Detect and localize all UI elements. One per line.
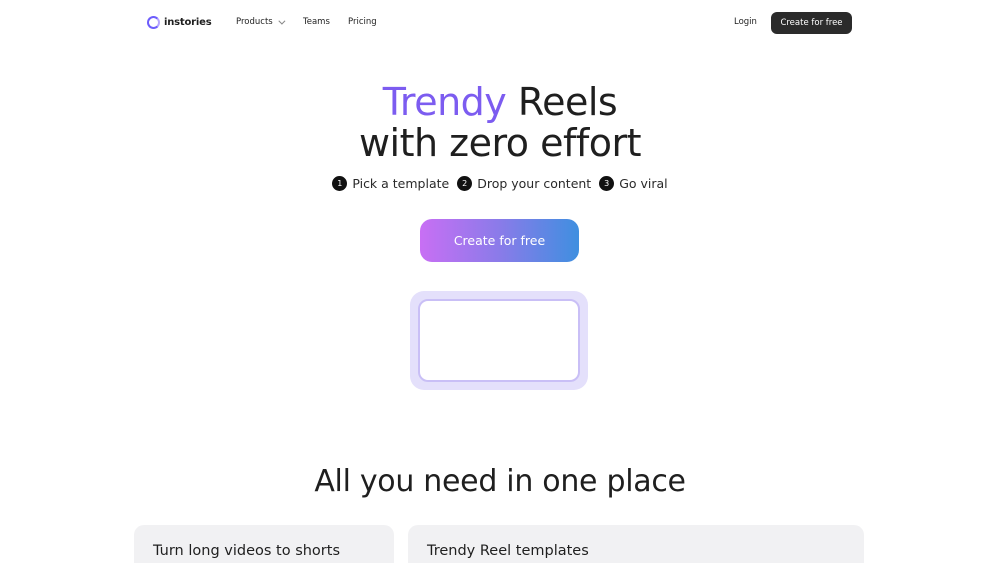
step-2: 2 Drop your content (457, 176, 591, 191)
feature-card-title: Turn long videos to shorts (153, 543, 341, 559)
nav-pricing[interactable]: Pricing (348, 17, 377, 27)
video-preview[interactable] (418, 299, 580, 382)
hero-create-for-free-button[interactable]: Create for free (420, 219, 579, 262)
hero-title-rest: Reels (506, 80, 618, 124)
nav-create-for-free-button[interactable]: Create for free (771, 12, 852, 34)
step-3: 3 Go viral (599, 176, 668, 191)
chevron-down-icon (278, 17, 286, 25)
section-title: All you need in one place (314, 464, 686, 499)
nav-products-label: Products (236, 17, 273, 27)
nav-products[interactable]: Products (236, 17, 286, 27)
login-link[interactable]: Login (734, 17, 757, 27)
nav-teams[interactable]: Teams (303, 17, 330, 27)
feature-card-templates[interactable]: Trendy Reel templates (408, 525, 864, 563)
logo[interactable]: instories (147, 16, 212, 29)
step-number-badge: 2 (457, 176, 473, 191)
step-number-badge: 1 (332, 176, 348, 191)
video-preview-frame (410, 291, 588, 390)
top-nav: instories Products Teams Pricing Login C… (0, 0, 1000, 46)
hero-title-line2: with zero effort (358, 121, 642, 165)
step-number-badge: 3 (599, 176, 615, 191)
feature-card-title: Trendy Reel templates (427, 543, 589, 559)
logo-text: instories (164, 17, 212, 28)
steps-list: 1 Pick a template 2 Drop your content 3 … (0, 176, 1000, 191)
step-label: Pick a template (352, 176, 450, 191)
step-label: Drop your content (477, 176, 592, 191)
step-label: Go viral (619, 176, 668, 191)
ring-logo-icon (147, 16, 160, 29)
hero-title-accent: Trendy (382, 80, 507, 124)
step-1: 1 Pick a template (332, 176, 449, 191)
hero-title-line1: Trendy Reels (0, 83, 1000, 121)
feature-card-shorts[interactable]: Turn long videos to shorts (134, 525, 394, 563)
